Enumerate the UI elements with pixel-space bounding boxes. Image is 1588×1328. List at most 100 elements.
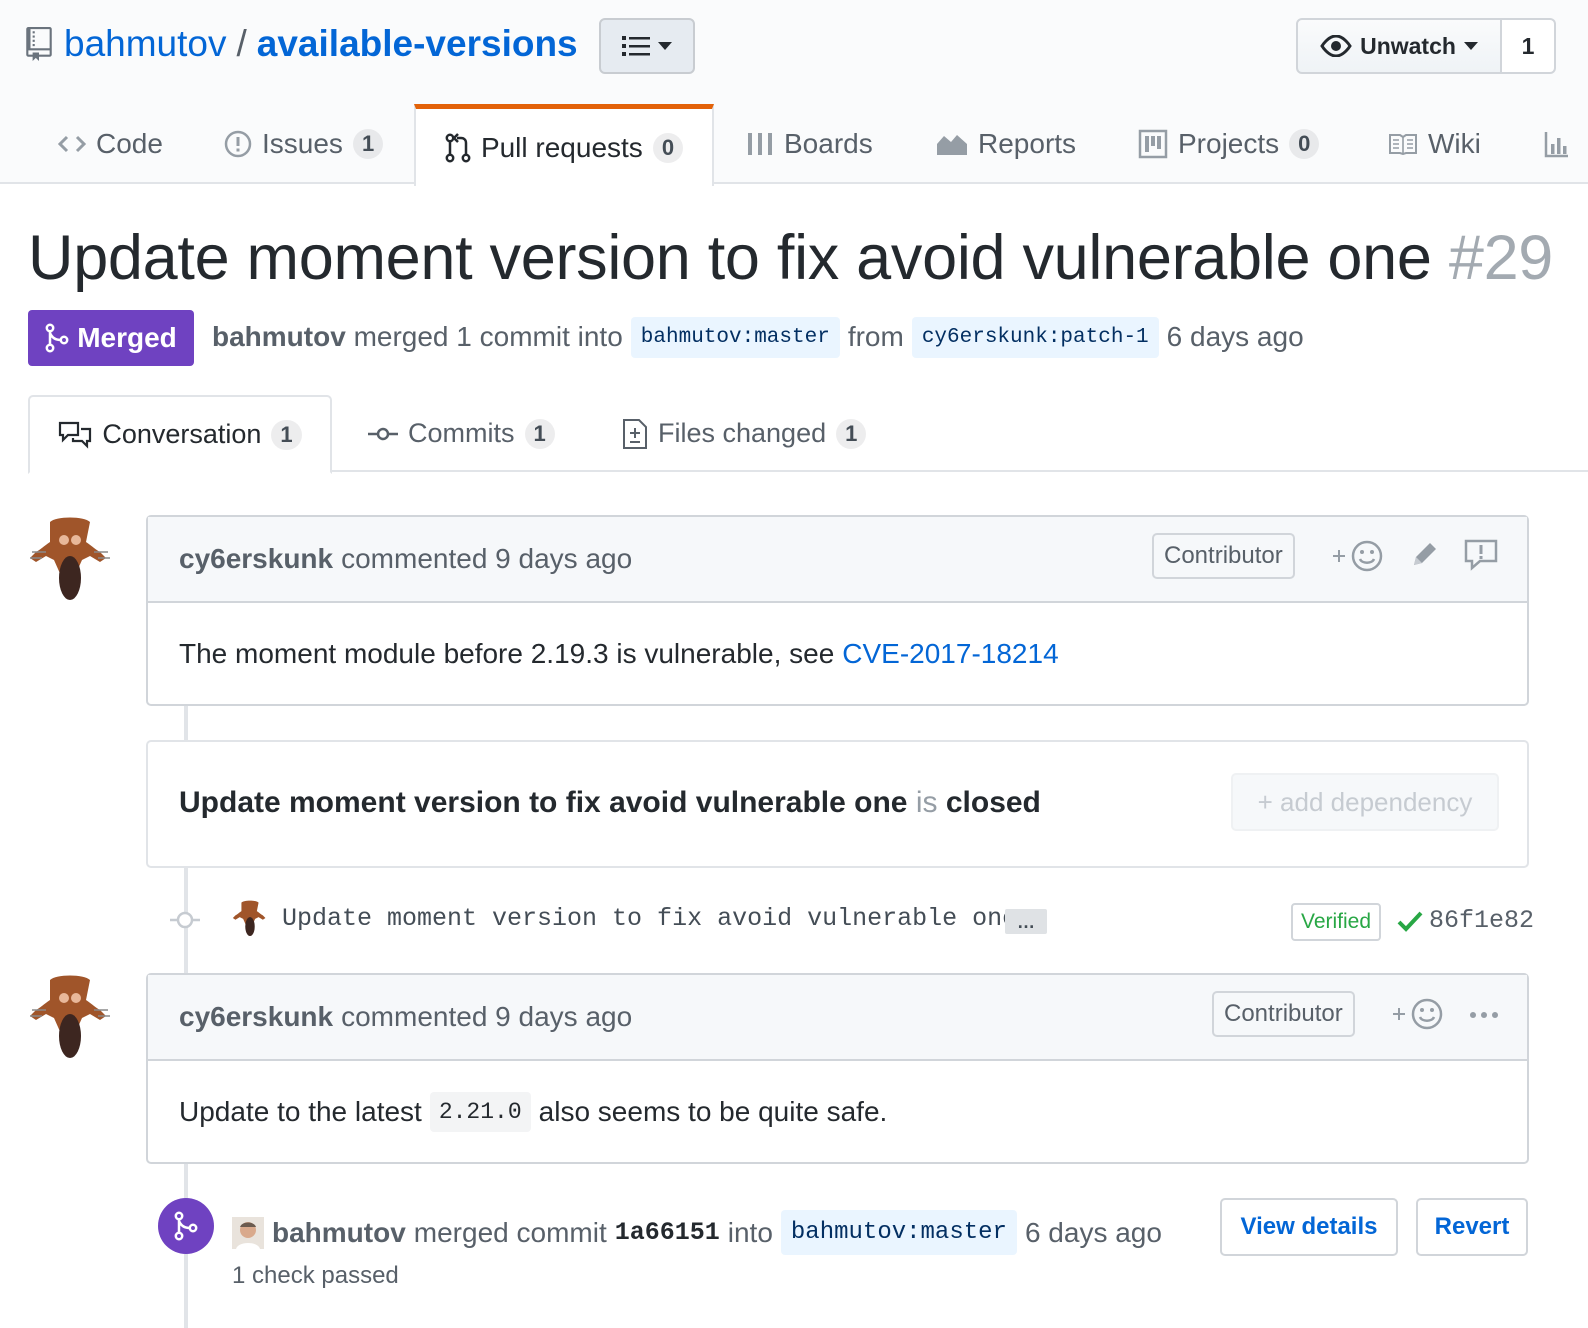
tab-code-label: Code — [96, 128, 163, 159]
expand-commit-button[interactable]: … — [1005, 909, 1047, 934]
tab-conversation[interactable]: Conversation 1 — [28, 395, 332, 474]
pr-tabs: Conversation 1 Commits 1 Files changed 1 — [28, 395, 1588, 474]
view-details-button[interactable]: View details — [1220, 1198, 1398, 1256]
commit-row: Update moment version to fix avoid vulne… — [160, 896, 1534, 946]
merge-base-branch[interactable]: bahmutov:master — [780, 1210, 1017, 1255]
repo-owner-link[interactable]: bahmutov — [64, 23, 227, 65]
repo-nav: Code Issues 1 Pull requests 0 Boards Rep… — [0, 104, 1588, 186]
unwatch-button[interactable]: Unwatch — [1296, 18, 1502, 74]
tab-commits[interactable]: Commits 1 — [368, 395, 555, 472]
tab-code[interactable]: Code — [58, 104, 163, 184]
comment-timestamp[interactable]: commented 9 days ago — [341, 1001, 632, 1033]
tab-commits-label: Commits — [408, 418, 515, 448]
cy6erskunk-avatar[interactable] — [28, 514, 112, 602]
git-commit-icon — [368, 427, 398, 440]
pull-requests-count: 0 — [652, 132, 684, 163]
tab-boards-label: Boards — [784, 128, 873, 159]
comment-timestamp[interactable]: commented 9 days ago — [341, 543, 632, 575]
check-icon — [1397, 911, 1423, 932]
project-icon — [1138, 129, 1168, 159]
list-icon — [622, 36, 650, 56]
contributor-badge: Contributor — [1212, 991, 1355, 1037]
tab-wiki[interactable]: Wiki — [1388, 104, 1481, 184]
revert-button[interactable]: Revert — [1416, 1198, 1528, 1256]
graph-icon — [1544, 132, 1568, 158]
pr-meta-time: 6 days ago — [1166, 321, 1304, 352]
pr-meta: bahmutov merged 1 commit into bahmutov:m… — [212, 314, 1304, 360]
issues-count: 1 — [352, 129, 384, 159]
pr-state-badge: Merged — [28, 310, 194, 366]
comment-body: The moment module before 2.19.3 is vulne… — [148, 603, 1527, 704]
watchers-count[interactable]: 1 — [1502, 18, 1556, 74]
conversation-count: 1 — [271, 419, 302, 450]
pr-meta-action: merged 1 commit into — [353, 321, 623, 352]
tab-projects[interactable]: Projects 0 — [1138, 104, 1320, 184]
pr-title: Update moment version to fix avoid vulne… — [28, 222, 1553, 294]
add-reaction-icon[interactable] — [1391, 997, 1445, 1033]
code-icon — [58, 135, 86, 153]
merge-event: bahmutov merged commit 1a66151 into bahm… — [156, 1196, 1536, 1328]
merge-event-text: bahmutov merged commit 1a66151 into bahm… — [232, 1210, 1162, 1255]
projects-count: 0 — [1289, 129, 1320, 159]
dependency-pr-title: Update moment version to fix avoid vulne… — [179, 786, 908, 819]
tab-conversation-label: Conversation — [102, 419, 262, 449]
repo-icon — [26, 27, 52, 61]
tab-issues[interactable]: Issues 1 — [224, 104, 384, 184]
tab-pull-requests[interactable]: Pull requests 0 — [414, 104, 714, 186]
head-branch[interactable]: cy6erskunk:patch-1 — [911, 316, 1159, 358]
timeline-line — [184, 706, 188, 740]
comment-body-before: Update to the latest — [179, 1095, 422, 1127]
unwatch-label: Unwatch — [1360, 32, 1456, 59]
tab-insights-partial[interactable] — [1544, 104, 1570, 184]
commit-message-link[interactable]: Update moment version to fix avoid vulne… — [282, 904, 1017, 933]
kebab-horizontal-icon[interactable] — [1468, 997, 1500, 1033]
files-changed-count: 1 — [836, 418, 867, 449]
commit-author-avatar[interactable] — [232, 898, 268, 938]
comment-body: Update to the latest 2.21.0 also seems t… — [148, 1061, 1527, 1162]
base-branch[interactable]: bahmutov:master — [630, 316, 840, 358]
pencil-icon[interactable] — [1410, 539, 1440, 569]
repo-path-separator: / — [236, 23, 247, 64]
comment-body-after: also seems to be quite safe. — [538, 1095, 888, 1127]
git-commit-icon — [170, 911, 200, 929]
add-dependency-button[interactable]: + add dependency — [1231, 773, 1499, 831]
reports-icon — [937, 135, 967, 155]
watch-button-group: Unwatch 1 — [1296, 18, 1556, 74]
contributor-badge: Contributor — [1152, 533, 1295, 579]
comment-discussion-icon — [59, 421, 92, 449]
file-diff-icon — [623, 418, 647, 449]
report-icon[interactable] — [1464, 539, 1498, 571]
repo-name-link[interactable]: available-versions — [257, 23, 578, 65]
version-code: 2.21.0 — [429, 1091, 531, 1132]
tab-boards[interactable]: Boards — [746, 104, 873, 184]
tab-issues-label: Issues — [262, 128, 343, 159]
cve-link[interactable]: CVE-2017-18214 — [842, 638, 1058, 670]
comment-author-link[interactable]: cy6erskunk — [179, 1001, 333, 1033]
merge-event-time[interactable]: 6 days ago — [1025, 1217, 1162, 1249]
boards-icon — [748, 133, 772, 155]
merge-event-into: into — [727, 1216, 773, 1248]
tab-reports[interactable]: Reports — [936, 104, 1076, 184]
merge-commit-sha-link[interactable]: 1a66151 — [615, 1218, 720, 1247]
tab-files-changed[interactable]: Files changed 1 — [622, 395, 867, 472]
add-reaction-icon[interactable] — [1331, 539, 1385, 575]
verified-badge[interactable]: Verified — [1291, 903, 1382, 941]
dependency-title: Update moment version to fix avoid vulne… — [179, 786, 1041, 820]
pr-state-label: Merged — [77, 322, 177, 353]
cy6erskunk-avatar[interactable] — [28, 972, 112, 1060]
repo-title: bahmutov / available-versions — [26, 20, 578, 68]
dependency-box: Update moment version to fix avoid vulne… — [146, 740, 1529, 868]
dependency-state: closed — [945, 786, 1041, 819]
merger-link[interactable]: bahmutov — [272, 1217, 406, 1249]
comment: cy6erskunk commented 9 days ago Contribu… — [146, 973, 1529, 1164]
repo-header: bahmutov / available-versions Unwatch 1 — [0, 0, 1588, 186]
caret-down-icon — [658, 42, 672, 50]
commit-sha-link[interactable]: 86f1e82 — [1429, 906, 1534, 935]
pr-merger-link[interactable]: bahmutov — [212, 321, 346, 353]
git-pull-request-icon — [445, 132, 471, 162]
repo-menu-button[interactable] — [599, 18, 695, 74]
comment-author-link[interactable]: cy6erskunk — [179, 543, 333, 575]
tab-wiki-label: Wiki — [1428, 128, 1481, 159]
bahmutov-avatar[interactable] — [232, 1216, 264, 1249]
tab-projects-label: Projects — [1178, 128, 1280, 159]
